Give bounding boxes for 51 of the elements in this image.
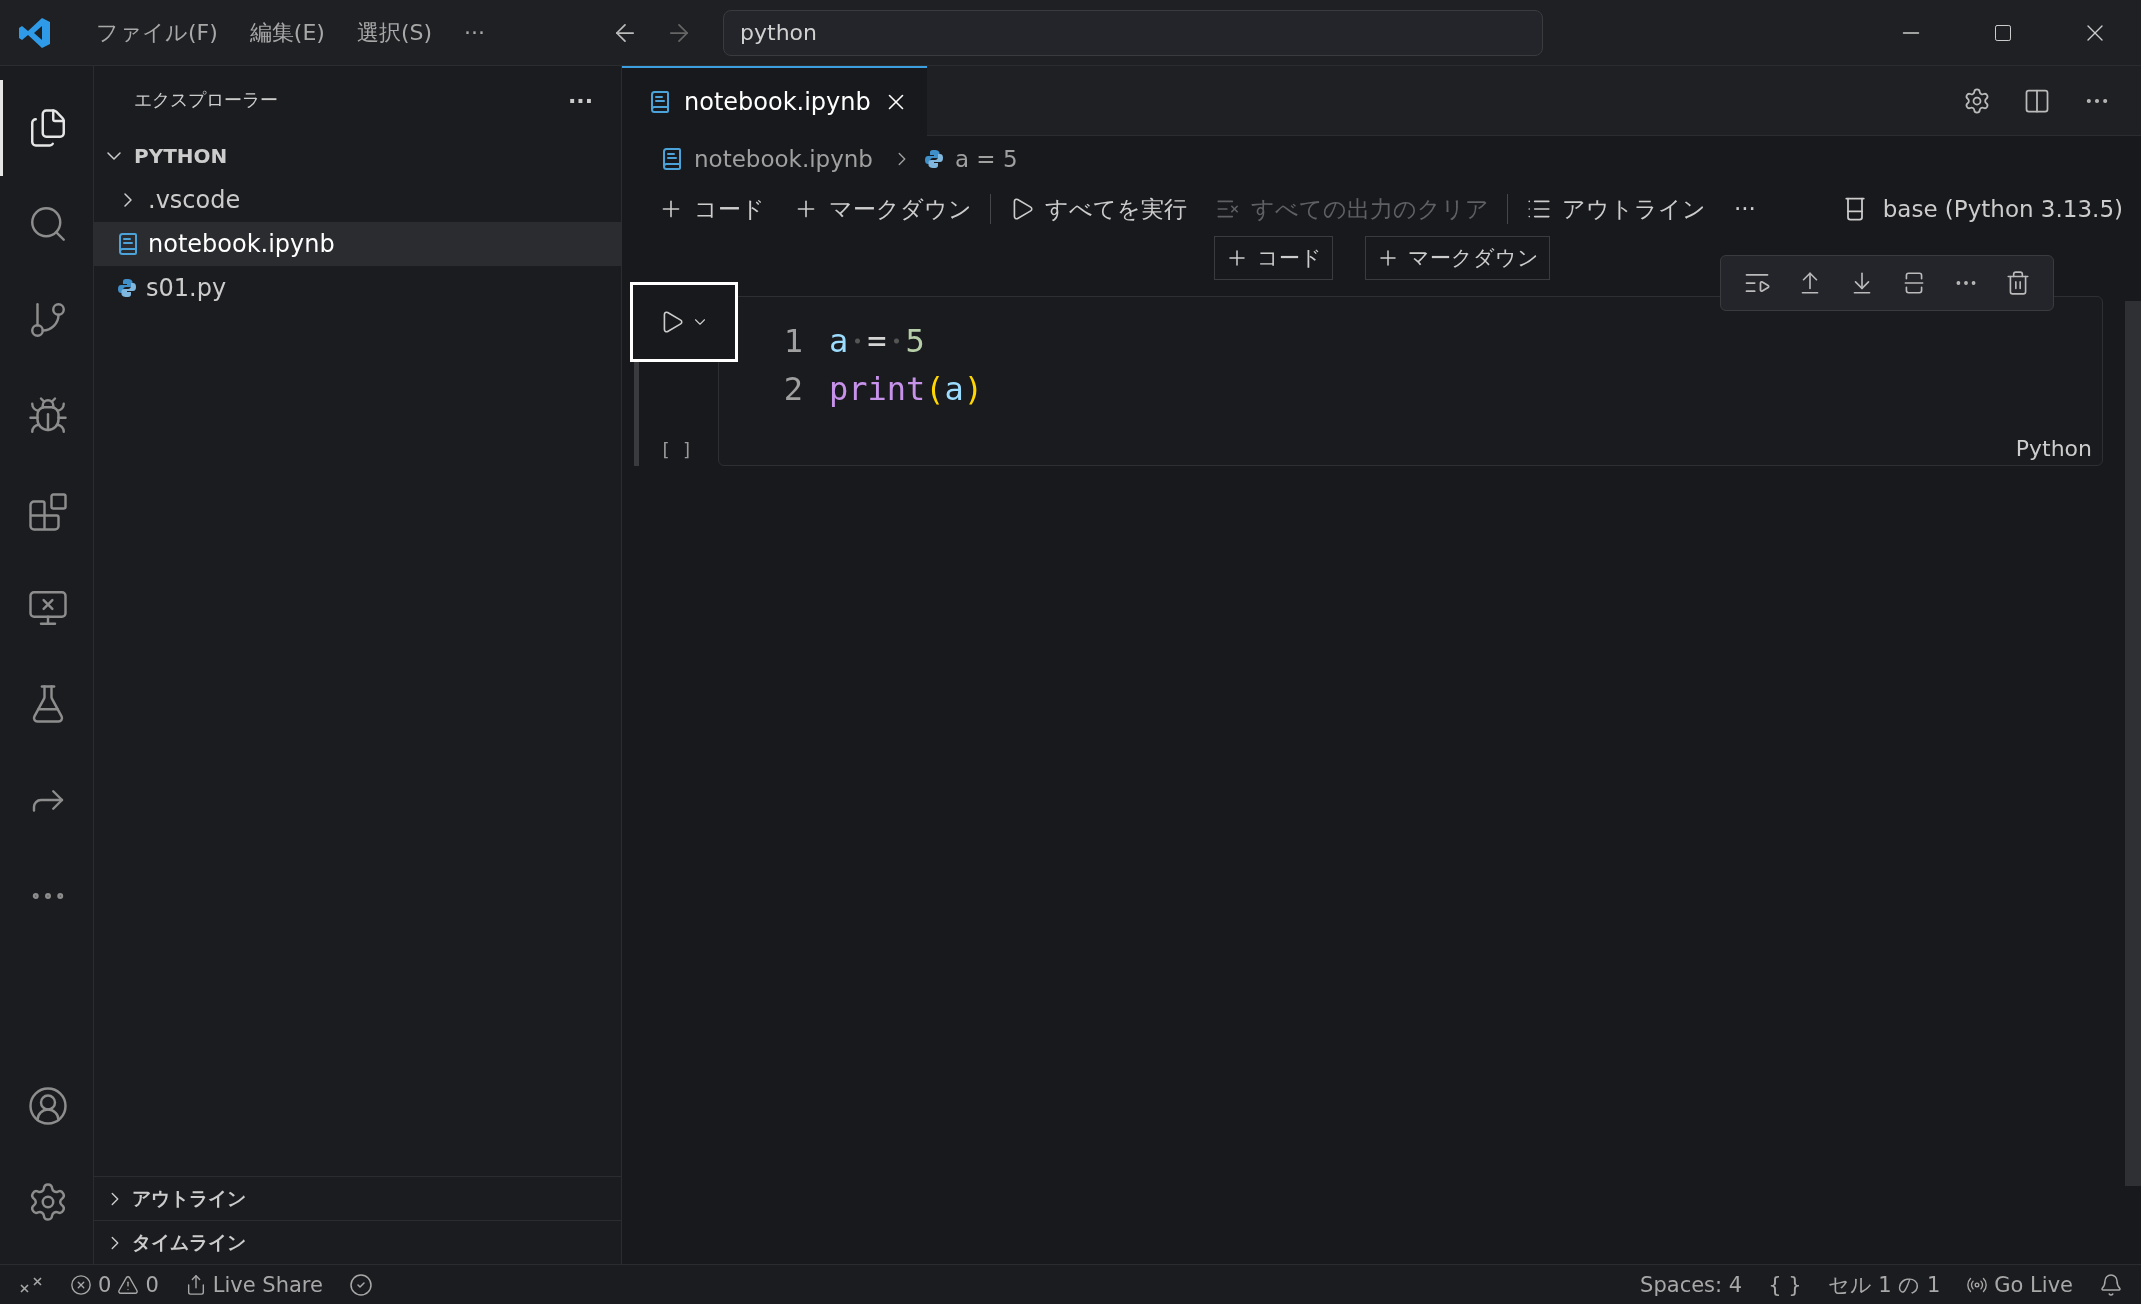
python-icon (922, 148, 945, 170)
breadcrumb-item[interactable]: notebook.ipynb (694, 146, 873, 172)
error-icon[interactable] (70, 1273, 92, 1296)
warning-icon[interactable] (117, 1273, 140, 1296)
line-number: 2 (782, 370, 804, 408)
delete-icon[interactable] (2005, 270, 2031, 296)
warning-count[interactable]: 0 (145, 1272, 159, 1297)
panel-section-header[interactable]: アウトライン (94, 1176, 621, 1220)
notifications-icon[interactable] (2099, 1272, 2123, 1297)
live-share-status[interactable]: Live Share (212, 1272, 323, 1297)
insert-cell-button[interactable]: マークダウン (1364, 236, 1550, 280)
indentation-status[interactable]: Spaces: 4 (1640, 1272, 1743, 1297)
maximize-icon[interactable] (1993, 22, 2013, 43)
notebook-icon (648, 90, 672, 114)
menu-item[interactable]: ··· (448, 20, 502, 45)
notebook-icon (660, 147, 684, 171)
cell-position-status[interactable]: セル 1 の 1 (1827, 1270, 1941, 1299)
folder-header[interactable]: PYTHON (94, 134, 621, 178)
file-tree-item[interactable]: .vscode (94, 178, 621, 222)
file-tree-item[interactable]: s01.py (94, 266, 621, 310)
file-tree-item[interactable]: notebook.ipynb (94, 222, 621, 266)
check-icon[interactable] (348, 1272, 373, 1297)
menu-item[interactable]: 選択(S) (340, 17, 449, 48)
go-live-status[interactable]: Go Live (1994, 1272, 2073, 1297)
settings-icon[interactable] (1963, 86, 1991, 115)
code-line: a = 5 (829, 322, 925, 360)
command-center-search[interactable]: python (723, 9, 1544, 56)
menu-item[interactable]: ファイル(F) (80, 17, 234, 48)
notebook-icon (116, 232, 140, 256)
toolbar-button[interactable]: アウトライン (1512, 193, 1720, 225)
editor-tab[interactable]: notebook.ipynb (622, 66, 927, 136)
error-count[interactable]: 0 (98, 1272, 112, 1297)
kernel-picker[interactable]: base (Python 3.13.5) (1840, 195, 2123, 223)
toolbar-button[interactable]: すべてを実行 (995, 193, 1201, 225)
code-line: print(a) (829, 370, 984, 408)
scrollbar[interactable] (2125, 301, 2141, 1186)
execution-count: [ ] (660, 439, 693, 460)
python-icon (116, 277, 138, 299)
sidebar-title: エクスプローラー (134, 88, 278, 112)
cell-language[interactable]: Python (2015, 436, 2092, 461)
breadcrumb-item[interactable]: a = 5 (954, 146, 1018, 172)
toolbar-button[interactable]: ··· (1720, 196, 1770, 222)
more-actions[interactable]: ··· (567, 87, 593, 113)
app-logo (18, 15, 52, 50)
insert-cell-button[interactable]: コード (1213, 236, 1333, 280)
line-number: 1 (782, 322, 804, 360)
language-status[interactable]: { } (1768, 1272, 1802, 1297)
toolbar-button[interactable]: コード (644, 193, 779, 225)
toolbar-button[interactable]: マークダウン (779, 193, 986, 225)
menu-item[interactable]: 編集(E) (233, 17, 341, 48)
run-cell-button[interactable] (630, 282, 738, 362)
